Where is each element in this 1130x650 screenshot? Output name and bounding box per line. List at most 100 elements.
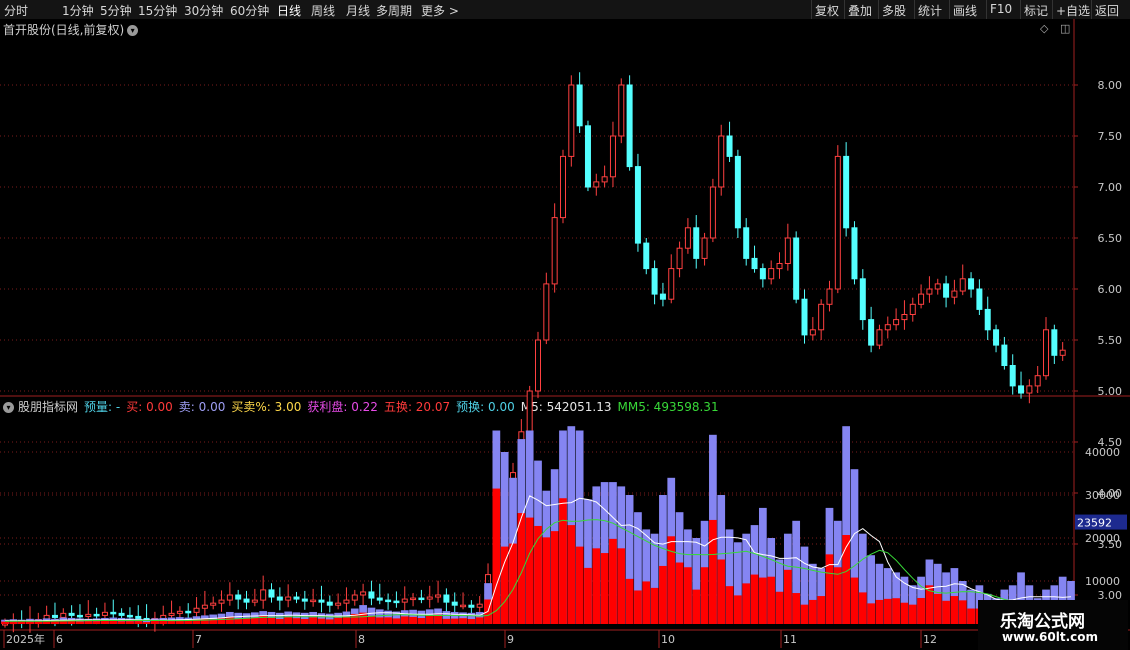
candle-down: [584, 125, 591, 188]
candle-down: [984, 308, 991, 331]
candle-up: [818, 303, 825, 331]
buy-volume-bar: [867, 603, 875, 624]
candle-up: [285, 596, 292, 601]
buy-volume-bar: [775, 591, 784, 624]
candle-up: [543, 283, 550, 341]
candle-up: [784, 237, 791, 264]
candle-up: [884, 324, 891, 331]
candle-down: [651, 268, 658, 295]
candle-up: [834, 155, 841, 290]
buy-volume-bar: [400, 616, 409, 624]
date-tick-label: 12: [923, 633, 937, 646]
current-value-label: 23592: [1077, 517, 1112, 530]
candle-down: [110, 611, 117, 615]
candle-up: [876, 329, 883, 346]
buy-volume-bar: [850, 577, 859, 624]
candle-down: [235, 594, 242, 600]
candle-down: [943, 283, 950, 298]
candle-down: [326, 601, 333, 606]
buy-volume-bar: [434, 614, 442, 624]
candle-up: [809, 329, 816, 336]
buy-volume-bar: [159, 620, 168, 624]
candle-down: [51, 614, 58, 618]
candle-down: [93, 613, 100, 617]
candle-up: [251, 599, 258, 603]
buy-volume-bar: [967, 608, 975, 624]
candle-down: [634, 166, 641, 244]
buy-volume-bar: [758, 577, 767, 624]
candle-up: [60, 612, 67, 618]
candle-up: [426, 596, 433, 600]
candle-up: [826, 288, 833, 305]
candle-down: [301, 598, 308, 602]
buy-volume-bar: [267, 617, 276, 624]
date-tick-label: 6: [56, 633, 63, 646]
buy-volume-bar: [617, 548, 626, 624]
candle-up: [201, 604, 208, 609]
candle-down: [726, 135, 733, 157]
date-tick-label: 11: [783, 633, 797, 646]
date-tick-label: 7: [195, 633, 202, 646]
candle-down: [293, 596, 300, 600]
buy-volume-bar: [300, 618, 309, 624]
candle-up: [193, 607, 200, 613]
candle-down: [626, 84, 633, 168]
candle-up: [701, 237, 708, 259]
buy-volume-bar: [450, 618, 459, 624]
candle-up: [343, 599, 350, 604]
candle-down: [734, 155, 741, 229]
candle-down: [418, 597, 425, 601]
buy-volume-bar: [92, 621, 101, 624]
buy-volume-bar: [467, 618, 476, 624]
buy-volume-bar: [958, 600, 967, 624]
price-tick-label: 6.50: [1098, 232, 1123, 245]
candle-down: [659, 293, 666, 300]
candle-up: [435, 594, 442, 598]
candle-down: [1009, 365, 1016, 387]
candle-down: [393, 600, 400, 604]
buy-volume-bar: [750, 574, 759, 624]
indicator-tick-label: 10000: [1085, 575, 1120, 588]
stock-chart[interactable]: 8.007.507.006.506.005.505.004.504.003.50…: [0, 0, 1130, 650]
candle-down: [68, 612, 75, 616]
candle-down: [576, 84, 583, 127]
candle-down: [118, 612, 125, 616]
buy-volume-bar: [442, 618, 451, 624]
buy-volume-bar: [1, 621, 9, 624]
buy-volume-bar: [459, 618, 467, 624]
candle-up: [168, 612, 175, 616]
buy-volume-bar: [334, 617, 342, 624]
buy-volume-bar: [700, 567, 709, 624]
buy-volume-bar: [725, 586, 734, 624]
buy-volume-bar: [858, 592, 867, 624]
candle-up: [668, 268, 675, 300]
candle-down: [801, 298, 808, 336]
buy-volume-bar: [908, 604, 917, 624]
candle-up: [210, 602, 217, 606]
candle-up: [593, 181, 600, 188]
buy-volume-bar: [417, 618, 426, 624]
candle-up: [535, 339, 541, 392]
candle-up: [709, 186, 716, 239]
candle-down: [993, 329, 1000, 346]
buy-volume-bar: [275, 618, 284, 624]
buy-volume-bar: [384, 617, 392, 624]
buy-volume-bar: [650, 587, 659, 624]
buy-volume-bar: [126, 621, 134, 624]
buy-volume-bar: [9, 621, 18, 624]
candle-up: [1059, 349, 1066, 356]
candle-up: [1043, 329, 1050, 377]
buy-volume-bar: [284, 617, 293, 624]
buy-volume-bar: [933, 593, 942, 624]
price-tick-label: 5.00: [1098, 385, 1123, 398]
candle-up: [909, 303, 916, 315]
buy-volume-bar: [367, 615, 376, 624]
candle-up: [1034, 375, 1041, 387]
candle-up: [551, 217, 558, 285]
candle-up: [926, 288, 933, 295]
buy-volume-bar: [717, 559, 726, 624]
candle-up: [101, 611, 108, 616]
candle-up: [310, 599, 317, 603]
buy-volume-bar: [67, 620, 76, 624]
buy-volume-bar: [534, 525, 542, 624]
